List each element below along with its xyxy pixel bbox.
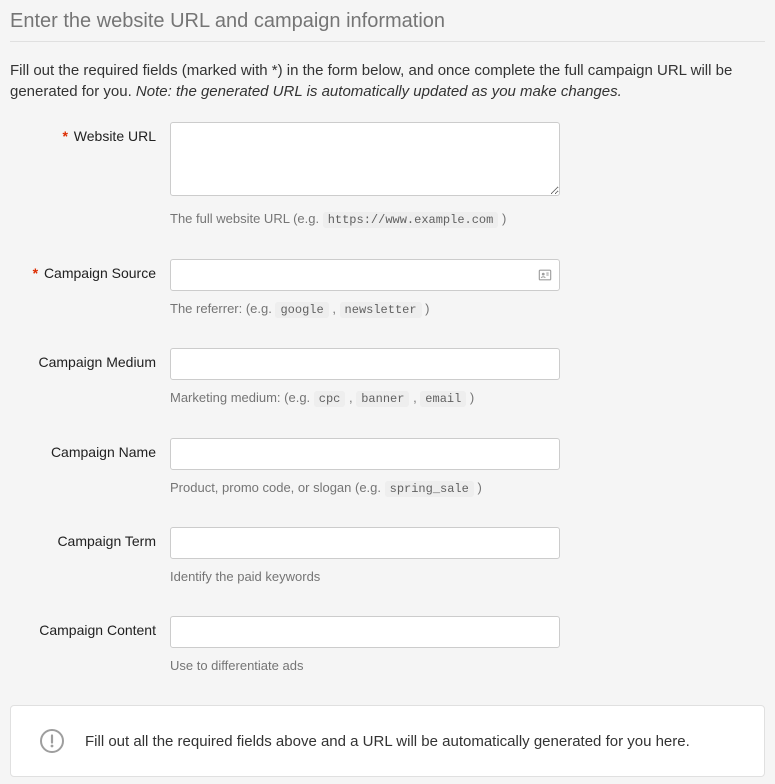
- label-campaign-source: * Campaign Source: [10, 259, 170, 281]
- help-text: ): [466, 390, 474, 405]
- campaign-content-input[interactable]: [170, 616, 560, 648]
- help-campaign-name: Product, promo code, or slogan (e.g. spr…: [170, 480, 560, 498]
- help-code: spring_sale: [385, 481, 474, 497]
- label-text: Website URL: [74, 128, 156, 144]
- help-text: Product, promo code, or slogan (e.g.: [170, 480, 385, 495]
- page-title: Enter the website URL and campaign infor…: [10, 10, 765, 42]
- help-code: cpc: [314, 391, 346, 407]
- required-mark: *: [33, 265, 38, 281]
- row-campaign-content: Campaign Content Use to differentiate ad…: [10, 616, 765, 675]
- label-campaign-term: Campaign Term: [10, 527, 170, 549]
- help-text: Marketing medium: (e.g.: [170, 390, 314, 405]
- help-code: google: [275, 302, 328, 318]
- help-text: ): [498, 211, 506, 226]
- help-code: newsletter: [340, 302, 422, 318]
- label-campaign-medium: Campaign Medium: [10, 348, 170, 370]
- help-text: The full website URL (e.g.: [170, 211, 323, 226]
- campaign-term-input[interactable]: [170, 527, 560, 559]
- campaign-medium-input[interactable]: [170, 348, 560, 380]
- label-text: Campaign Medium: [39, 354, 157, 370]
- required-mark: *: [62, 128, 67, 144]
- help-campaign-medium: Marketing medium: (e.g. cpc , banner , e…: [170, 390, 560, 408]
- website-url-input[interactable]: [170, 122, 560, 196]
- help-code: banner: [356, 391, 409, 407]
- result-panel: Fill out all the required fields above a…: [10, 705, 765, 777]
- label-campaign-name: Campaign Name: [10, 438, 170, 460]
- label-campaign-content: Campaign Content: [10, 616, 170, 638]
- help-text: ,: [345, 390, 356, 405]
- row-campaign-medium: Campaign Medium Marketing medium: (e.g. …: [10, 348, 765, 408]
- help-code: https://www.example.com: [323, 212, 499, 228]
- row-campaign-term: Campaign Term Identify the paid keywords: [10, 527, 765, 586]
- row-campaign-name: Campaign Name Product, promo code, or sl…: [10, 438, 765, 498]
- help-campaign-content: Use to differentiate ads: [170, 658, 560, 675]
- campaign-source-input[interactable]: [170, 259, 560, 291]
- help-text: ): [474, 480, 482, 495]
- help-website-url: The full website URL (e.g. https://www.e…: [170, 211, 560, 229]
- help-code: email: [420, 391, 466, 407]
- row-website-url: * Website URL The full website URL (e.g.…: [10, 122, 765, 229]
- help-text: ,: [329, 301, 340, 316]
- campaign-name-input[interactable]: [170, 438, 560, 470]
- help-campaign-term: Identify the paid keywords: [170, 569, 560, 586]
- label-website-url: * Website URL: [10, 122, 170, 144]
- label-text: Campaign Name: [51, 444, 156, 460]
- help-campaign-source: The referrer: (e.g. google , newsletter …: [170, 301, 560, 319]
- label-text: Campaign Source: [44, 265, 156, 281]
- help-text: ,: [409, 390, 420, 405]
- result-message: Fill out all the required fields above a…: [85, 733, 690, 750]
- label-text: Campaign Term: [57, 533, 156, 549]
- alert-icon: [39, 728, 65, 754]
- row-campaign-source: * Campaign Source The referrer: (e.g. go…: [10, 259, 765, 319]
- help-text: The referrer: (e.g.: [170, 301, 275, 316]
- help-text: ): [422, 301, 430, 316]
- intro-note: Note: the generated URL is automatically…: [136, 83, 622, 100]
- intro-text: Fill out the required fields (marked wit…: [10, 60, 765, 102]
- label-text: Campaign Content: [39, 622, 156, 638]
